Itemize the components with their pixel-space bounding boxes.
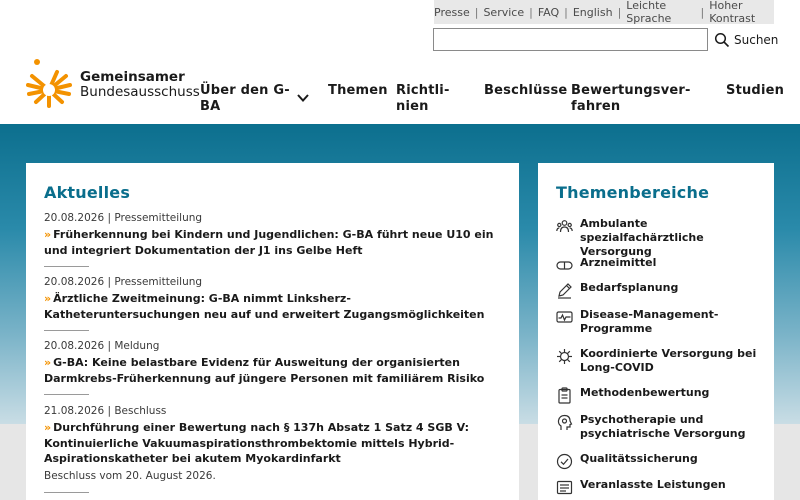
news-item: 21.08.2026 | Beschluss » Durchführung ein… — [44, 405, 504, 482]
search-input[interactable] — [433, 28, 708, 51]
news-title: Früherkennung bei Kindern und Jugendlich… — [44, 228, 494, 257]
utility-link-service[interactable]: Service — [483, 6, 524, 19]
topic-dmp[interactable]: Disease-Management-Programme — [556, 308, 766, 336]
news-item: 20.08.2026 | Meldung » G-BA: Keine belast… — [44, 340, 504, 386]
topic-methodenbewertung[interactable]: Methodenbewertung — [556, 386, 766, 404]
double-chevron-icon: » — [44, 292, 52, 305]
news-meta: 20.08.2026 | Meldung — [44, 340, 160, 352]
topic-qualitaetssicherung[interactable]: Qualitätssicherung — [556, 452, 766, 470]
topic-label: Qualitätssicherung — [580, 452, 698, 465]
utility-nav: Presse | Service | FAQ | English | Leichte S… — [434, 0, 774, 25]
topic-label: Koordinierte Versorgung bei Long-COVID — [580, 347, 757, 374]
document-icon — [556, 480, 573, 495]
gba-logo[interactable]: Gemeinsamer Bundesausschuss — [24, 56, 200, 114]
topic-label: Psychotherapie und psychiatrische Versor… — [580, 413, 746, 440]
news-divider — [44, 266, 89, 267]
news-title: Ärztliche Zweitmeinung: G-BA nimmt Links… — [44, 292, 485, 321]
news-divider — [44, 330, 89, 331]
nav-bewertung-line2: fahren — [571, 99, 621, 114]
topic-label: Bedarfsplanung — [580, 281, 679, 294]
nav-richtlinien-line1: Richtli- — [396, 83, 450, 98]
virus-icon — [557, 349, 572, 364]
check-circle-icon — [556, 453, 573, 470]
utility-link-faq[interactable]: FAQ — [538, 6, 559, 19]
topic-bedarfsplanung[interactable]: Bedarfsplanung — [556, 281, 766, 299]
logo-line1: Gemeinsamer — [80, 69, 185, 85]
double-chevron-icon: » — [44, 228, 52, 241]
search-button[interactable]: Suchen — [714, 28, 778, 51]
news-title: G-BA: Keine belastbare Evidenz für Auswe… — [44, 356, 485, 385]
nav-ueber-den-gba[interactable]: Über den G- BA — [200, 83, 290, 115]
news-link[interactable]: » Durchführung einer Bewertung nach § 137… — [44, 420, 504, 467]
topic-veranlasste-leistungen[interactable]: Veranlasste Leistungen — [556, 478, 766, 496]
nav-bewertungsverfahren[interactable]: Bewertungsver- fahren — [571, 83, 691, 115]
nav-beschluesse-label: Beschlüsse — [484, 83, 568, 98]
news-card: Aktuelles 20.08.2026 | Pressemitteilung … — [26, 163, 519, 500]
utility-link-english[interactable]: English — [573, 6, 613, 19]
double-chevron-icon: » — [44, 356, 52, 369]
topic-label: Veranlasste Leistungen — [580, 478, 726, 491]
topic-label: Arzneimittel — [580, 256, 657, 269]
chevron-down-icon[interactable] — [296, 91, 310, 105]
nav-richtlinien-line2: nien — [396, 99, 429, 114]
news-meta: 20.08.2026 | Pressemitteilung — [44, 276, 203, 288]
double-chevron-icon: » — [44, 421, 52, 434]
search-icon — [714, 32, 730, 47]
nav-themen-label: Themen — [328, 83, 388, 98]
topic-arzneimittel[interactable]: Arzneimittel — [556, 256, 766, 274]
news-meta: 20.08.2026 | Pressemitteilung — [44, 212, 203, 224]
nav-beschluesse[interactable]: Beschlüsse — [484, 83, 567, 99]
nav-studien[interactable]: Studien — [726, 83, 784, 99]
nav-bewertung-line1: Bewertungsver- — [571, 83, 691, 98]
utility-link-leichte-sprache[interactable]: Leichte Sprache — [626, 0, 695, 25]
topic-long-covid[interactable]: Koordinierte Versorgung bei Long-COVID — [556, 347, 766, 375]
nav-ueber-line2: BA — [200, 99, 221, 114]
topic-psychotherapie[interactable]: Psychotherapie und psychiatrische Versor… — [556, 413, 766, 441]
news-divider — [44, 394, 89, 395]
topic-label: Methodenbewertung — [580, 386, 710, 399]
topics-heading: Themenbereiche — [556, 183, 710, 202]
news-title: Durchführung einer Bewertung nach § 137h… — [44, 421, 469, 465]
news-divider — [44, 492, 89, 493]
news-link[interactable]: » Früherkennung bei Kindern und Jugendlic… — [44, 227, 504, 258]
head-icon — [557, 414, 573, 430]
sun-logo-icon — [26, 59, 72, 108]
news-link[interactable]: » G-BA: Keine belastbare Evidenz für Ausw… — [44, 355, 504, 386]
news-note: Beschluss vom 20. August 2026. — [44, 469, 216, 482]
pencil-icon — [558, 283, 572, 299]
topic-asv[interactable]: Ambulante spezialfachärztliche Versorgun… — [556, 217, 766, 259]
search-button-label: Suchen — [734, 32, 779, 47]
topics-card: Themenbereiche Ambulante spezialfachärzt… — [538, 163, 774, 500]
news-meta: 21.08.2026 | Beschluss — [44, 405, 167, 417]
logo-wordmark: Gemeinsamer Bundesausschuss — [80, 70, 200, 100]
nav-ueber-line1: Über den G- — [200, 83, 290, 98]
pulse-monitor-icon — [556, 311, 573, 323]
topic-label: Disease-Management-Programme — [580, 308, 719, 335]
utility-link-hoher-kontrast[interactable]: Hoher Kontrast — [709, 0, 774, 25]
news-link[interactable]: » Ärztliche Zweitmeinung: G-BA nimmt Link… — [44, 291, 504, 322]
nav-studien-label: Studien — [726, 83, 785, 98]
news-heading: Aktuelles — [44, 183, 131, 202]
pill-icon — [556, 261, 573, 270]
people-group-icon — [556, 220, 573, 233]
news-item: 20.08.2026 | Pressemitteilung » Ärztliche… — [44, 276, 504, 322]
news-item: 20.08.2026 | Pressemitteilung » Früherken… — [44, 212, 504, 258]
utility-link-presse[interactable]: Presse — [434, 6, 470, 19]
topic-label: Ambulante spezialfachärztliche Versorgun… — [580, 217, 704, 258]
nav-themen[interactable]: Themen — [328, 83, 388, 99]
logo-line2: Bundesausschuss — [80, 84, 200, 100]
clipboard-icon — [558, 387, 571, 404]
nav-richtlinien[interactable]: Richtli- nien — [396, 83, 450, 115]
